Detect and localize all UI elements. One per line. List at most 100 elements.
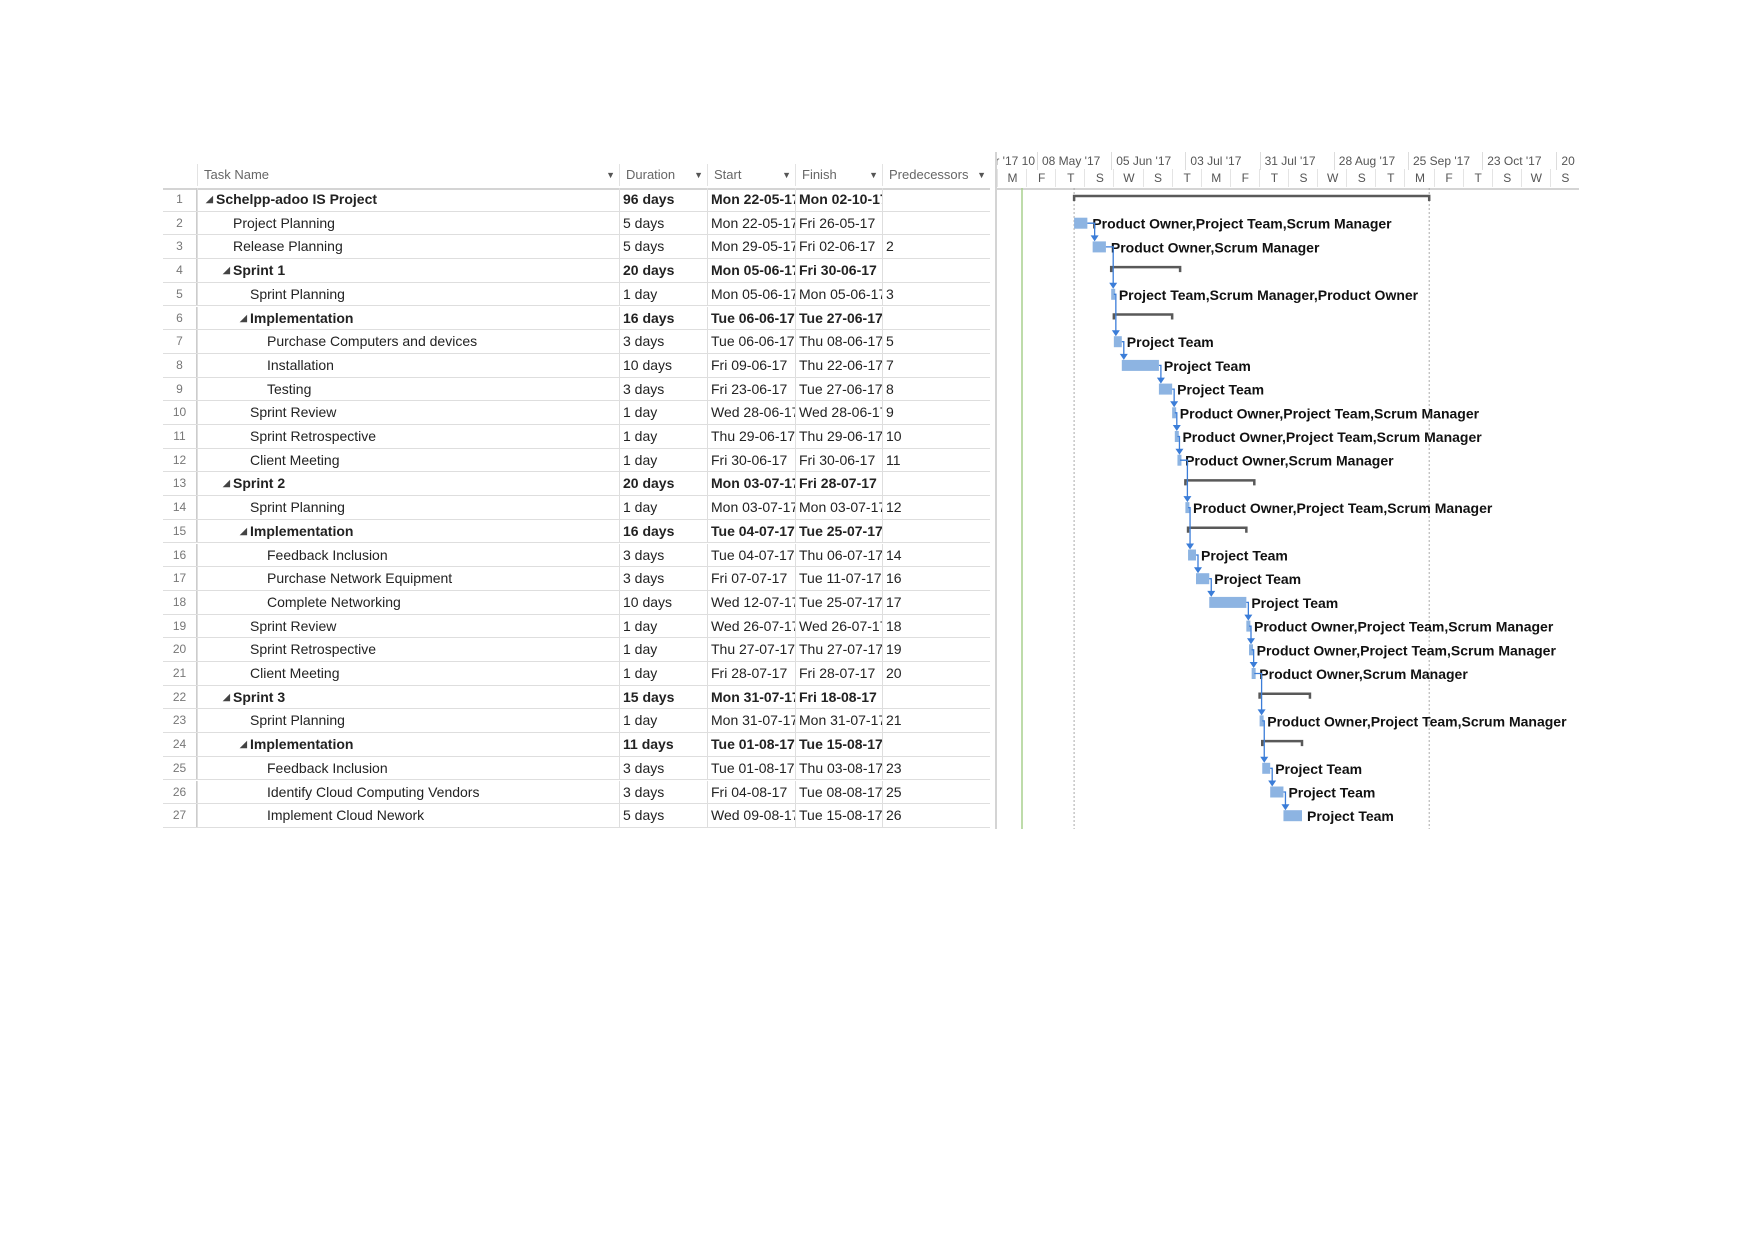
cell-predecessors[interactable]: 23: [882, 756, 990, 780]
cell-name[interactable]: Feedback Inclusion: [197, 756, 619, 780]
task-row[interactable]: 5 Sprint Planning 1 day Mon 05-06-17 Mon 05-…: [163, 282, 990, 307]
collapse-toggle-icon[interactable]: ◢: [223, 472, 230, 495]
cell-predecessors[interactable]: [882, 188, 990, 211]
task-row[interactable]: 23 Sprint Planning 1 day Mon 31-07-17 Mon 31…: [163, 709, 990, 734]
cell-duration[interactable]: 1 day: [619, 614, 707, 638]
task-row[interactable]: 6 ◢ Implementation 16 days Tue 06-06-17 Tue 2…: [163, 306, 990, 331]
cell-name[interactable]: Complete Networking: [197, 590, 619, 614]
row-id[interactable]: 20: [163, 638, 197, 661]
cell-name[interactable]: Project Planning: [197, 211, 619, 235]
task-bar[interactable]: [1092, 241, 1106, 253]
cell-predecessors[interactable]: 10: [882, 425, 990, 448]
cell-duration[interactable]: 1 day: [619, 496, 707, 519]
cell-predecessors[interactable]: 3: [882, 282, 990, 306]
task-bar[interactable]: [1209, 596, 1247, 608]
cell-start[interactable]: Fri 30-06-17: [707, 448, 795, 472]
task-row[interactable]: 10 Sprint Review 1 day Wed 28-06-17 Wed 28-0…: [163, 401, 990, 425]
cell-finish[interactable]: Fri 28-07-17: [795, 662, 882, 685]
cell-predecessors[interactable]: 18: [882, 614, 990, 638]
task-row[interactable]: 11 Sprint Retrospective 1 day Thu 29-06-17 T…: [163, 425, 990, 449]
cell-predecessors[interactable]: 9: [882, 401, 990, 424]
task-row[interactable]: 9 Testing 3 days Fri 23-06-17 Tue 27-06-17 8: [163, 377, 990, 402]
cell-predecessors[interactable]: 25: [882, 780, 990, 804]
collapse-toggle-icon[interactable]: ◢: [240, 733, 247, 756]
collapse-toggle-icon[interactable]: ◢: [223, 686, 230, 709]
cell-start[interactable]: Mon 22-05-17: [707, 211, 795, 235]
row-id[interactable]: 17: [163, 567, 197, 590]
task-row[interactable]: 1 ◢ Schelpp-adoo IS Project 96 days Mon 22-0…: [163, 188, 990, 212]
cell-duration[interactable]: 10 days: [619, 590, 707, 614]
row-id[interactable]: 15: [163, 519, 197, 543]
cell-name[interactable]: ◢ Sprint 3: [197, 685, 619, 709]
cell-duration[interactable]: 15 days: [619, 685, 707, 709]
row-id[interactable]: 14: [163, 496, 197, 519]
row-id[interactable]: 22: [163, 685, 197, 709]
row-id[interactable]: 9: [163, 377, 197, 401]
row-id[interactable]: 26: [163, 780, 197, 804]
cell-name[interactable]: Purchase Network Equipment: [197, 567, 619, 590]
cell-predecessors[interactable]: 20: [882, 662, 990, 685]
row-id[interactable]: 7: [163, 330, 197, 353]
task-row[interactable]: 8 Installation 10 days Fri 09-06-17 Thu 22-0…: [163, 353, 990, 378]
cell-finish[interactable]: Tue 27-06-17: [795, 377, 882, 401]
task-row[interactable]: 19 Sprint Review 1 day Wed 26-07-17 Wed 26-0…: [163, 614, 990, 639]
cell-finish[interactable]: Fri 18-08-17: [795, 685, 882, 709]
cell-finish[interactable]: Fri 30-06-17: [795, 259, 882, 282]
cell-name[interactable]: Implement Cloud Nework: [197, 804, 619, 827]
row-id[interactable]: 4: [163, 259, 197, 282]
cell-predecessors[interactable]: [882, 519, 990, 543]
row-id[interactable]: 18: [163, 590, 197, 614]
cell-finish[interactable]: Wed 26-07-17: [795, 614, 882, 638]
task-row[interactable]: 14 Sprint Planning 1 day Mon 03-07-17 Mon 03…: [163, 496, 990, 520]
cell-finish[interactable]: Mon 03-07-17: [795, 496, 882, 519]
row-id[interactable]: 11: [163, 425, 197, 448]
cell-duration[interactable]: 20 days: [619, 472, 707, 496]
cell-predecessors[interactable]: [882, 472, 990, 496]
column-header-start[interactable]: Start ▼: [707, 164, 795, 186]
row-id[interactable]: 10: [163, 401, 197, 424]
row-id[interactable]: 8: [163, 353, 197, 377]
cell-predecessors[interactable]: 8: [882, 377, 990, 401]
cell-start[interactable]: Wed 09-08-17: [707, 804, 795, 827]
cell-finish[interactable]: Tue 08-08-17: [795, 780, 882, 804]
cell-start[interactable]: Mon 05-06-17: [707, 259, 795, 282]
cell-duration[interactable]: 16 days: [619, 519, 707, 543]
cell-duration[interactable]: 11 days: [619, 733, 707, 756]
cell-predecessors[interactable]: 19: [882, 638, 990, 661]
cell-duration[interactable]: 20 days: [619, 259, 707, 282]
row-id[interactable]: 23: [163, 709, 197, 733]
cell-name[interactable]: Sprint Retrospective: [197, 638, 619, 661]
cell-duration[interactable]: 3 days: [619, 756, 707, 780]
cell-finish[interactable]: Mon 31-07-17: [795, 709, 882, 733]
cell-predecessors[interactable]: 11: [882, 448, 990, 472]
cell-name[interactable]: Sprint Review: [197, 401, 619, 424]
dropdown-arrow-icon[interactable]: ▼: [606, 164, 615, 186]
task-bar[interactable]: [1113, 336, 1122, 348]
task-bar[interactable]: [1188, 549, 1196, 561]
cell-duration[interactable]: 3 days: [619, 330, 707, 353]
cell-predecessors[interactable]: [882, 211, 990, 235]
task-row[interactable]: 24 ◢ Implementation 11 days Tue 01-08-17 Tue …: [163, 733, 990, 757]
cell-name[interactable]: Testing: [197, 377, 619, 401]
cell-start[interactable]: Tue 04-07-17: [707, 519, 795, 543]
cell-finish[interactable]: Mon 05-06-17: [795, 282, 882, 306]
cell-name[interactable]: Purchase Computers and devices: [197, 330, 619, 353]
cell-predecessors[interactable]: 26: [882, 804, 990, 827]
task-row[interactable]: 3 Release Planning 5 days Mon 29-05-17 Fri 0…: [163, 235, 990, 260]
cell-name[interactable]: Sprint Planning: [197, 496, 619, 519]
cell-name[interactable]: ◢ Implementation: [197, 306, 619, 330]
task-bar[interactable]: [1158, 383, 1173, 395]
cell-duration[interactable]: 96 days: [619, 188, 707, 211]
cell-name[interactable]: ◢ Schelpp-adoo IS Project: [197, 188, 619, 211]
cell-duration[interactable]: 1 day: [619, 662, 707, 685]
dropdown-arrow-icon[interactable]: ▼: [869, 164, 878, 186]
task-row[interactable]: 26 Identify Cloud Computing Vendors 3 days…: [163, 780, 990, 805]
cell-finish[interactable]: Thu 08-06-17: [795, 330, 882, 353]
cell-name[interactable]: ◢ Implementation: [197, 519, 619, 543]
row-id[interactable]: 27: [163, 804, 197, 827]
cell-duration[interactable]: 1 day: [619, 282, 707, 306]
cell-duration[interactable]: 3 days: [619, 543, 707, 567]
task-row[interactable]: 25 Feedback Inclusion 3 days Tue 01-08-17 Th…: [163, 756, 990, 781]
cell-duration[interactable]: 5 days: [619, 235, 707, 259]
cell-start[interactable]: Mon 29-05-17: [707, 235, 795, 259]
